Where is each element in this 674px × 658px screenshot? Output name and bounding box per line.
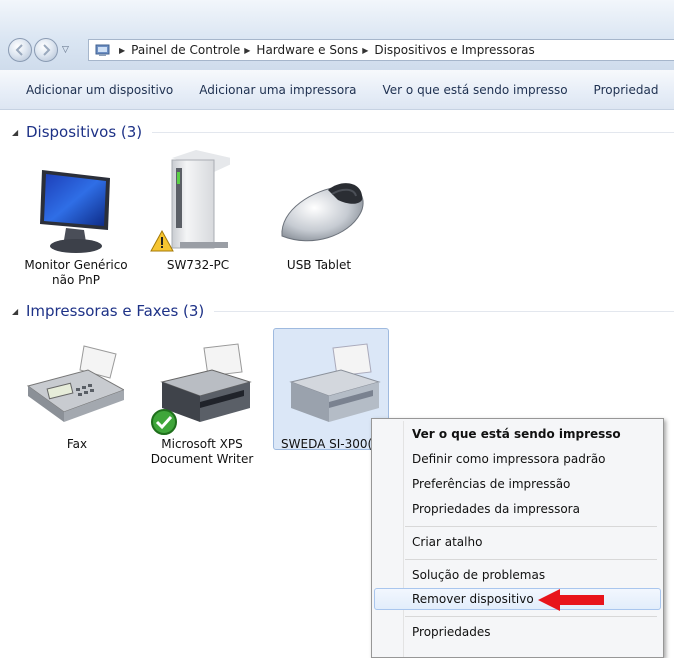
address-bar-area: ▽ ▶ Painel de Controle ▶ Hardware e Sons… [0,0,674,70]
collapse-icon[interactable]: ◢ [12,307,26,316]
devices-group-title: Dispositivos (3) [26,123,143,141]
warning-icon [150,230,174,252]
printer-label: Microsoft XPS [161,437,243,451]
add-printer-button[interactable]: Adicionar uma impressora [199,83,356,97]
breadcrumb-arrow-icon[interactable]: ▶ [244,46,250,55]
menu-item-printing-preferences[interactable]: Preferências de impressão [375,473,659,495]
menu-item-see-printing[interactable]: Ver o que está sendo impresso [375,423,659,445]
breadcrumb-arrow-icon[interactable]: ▶ [119,46,125,55]
printer-fax[interactable]: Fax [22,340,132,460]
device-label: Monitor Genérico [24,258,128,272]
default-checkmark-icon [151,409,177,435]
properties-button[interactable]: Propriedad [594,83,659,97]
add-device-button[interactable]: Adicionar um dispositivo [26,83,173,97]
devices-group-header[interactable]: ◢ Dispositivos (3) [12,122,674,142]
device-monitor[interactable]: Monitor Genérico não PnP [22,160,130,290]
printer-label: Document Writer [150,452,254,466]
device-usb-tablet[interactable]: USB Tablet [264,160,374,290]
breadcrumb-control-panel[interactable]: Painel de Controle [131,43,240,57]
group-divider [214,310,674,312]
annotation-arrow-icon [538,589,604,611]
printers-group-title: Impressoras e Faxes (3) [26,302,205,320]
menu-separator [405,559,657,560]
menu-item-create-shortcut[interactable]: Criar atalho [375,531,659,553]
breadcrumb-arrow-icon[interactable]: ▶ [362,46,368,55]
menu-item-printer-properties[interactable]: Propriedades da impressora [375,498,659,520]
monitor-icon [40,170,110,253]
fax-icon [26,345,124,422]
back-icon [15,44,23,56]
group-divider [152,131,674,133]
breadcrumb-devices-printers[interactable]: Dispositivos e Impressoras [374,43,534,57]
menu-item-properties[interactable]: Propriedades [375,621,659,643]
context-menu: Ver o que está sendo impresso Definir co… [371,418,664,658]
menu-separator [405,616,657,617]
menu-item-remove-device[interactable]: Remover dispositivo [374,588,661,610]
printer-microsoft-xps[interactable]: Microsoft XPS Document Writer [146,340,258,470]
forward-button[interactable] [34,38,58,62]
recent-pages-dropdown-icon[interactable]: ▽ [62,45,69,55]
address-bar[interactable]: ▶ Painel de Controle ▶ Hardware e Sons ▶… [88,39,674,61]
navigation-buttons: ▽ [8,38,88,64]
menu-separator [405,526,657,527]
printers-group-header[interactable]: ◢ Impressoras e Faxes (3) [12,301,674,321]
command-bar: Adicionar um dispositivo Adicionar uma i… [0,70,674,110]
menu-item-troubleshoot[interactable]: Solução de problemas [375,564,659,586]
printer-icon [289,343,381,422]
device-label: SW732-PC [166,258,230,272]
printer-label: Fax [66,437,88,451]
forward-icon [43,44,51,56]
device-label: USB Tablet [286,258,352,272]
device-label: não PnP [52,273,100,287]
mouse-icon [281,183,364,242]
menu-item-set-default-printer[interactable]: Definir como impressora padrão [375,448,659,470]
back-button[interactable] [8,38,32,62]
breadcrumb-hardware-sound[interactable]: Hardware e Sons [256,43,358,57]
see-printing-button[interactable]: Ver o que está sendo impresso [383,83,568,97]
device-sw732-pc[interactable]: SW732-PC [148,150,248,290]
control-panel-icon [95,44,110,56]
collapse-icon[interactable]: ◢ [12,128,26,137]
